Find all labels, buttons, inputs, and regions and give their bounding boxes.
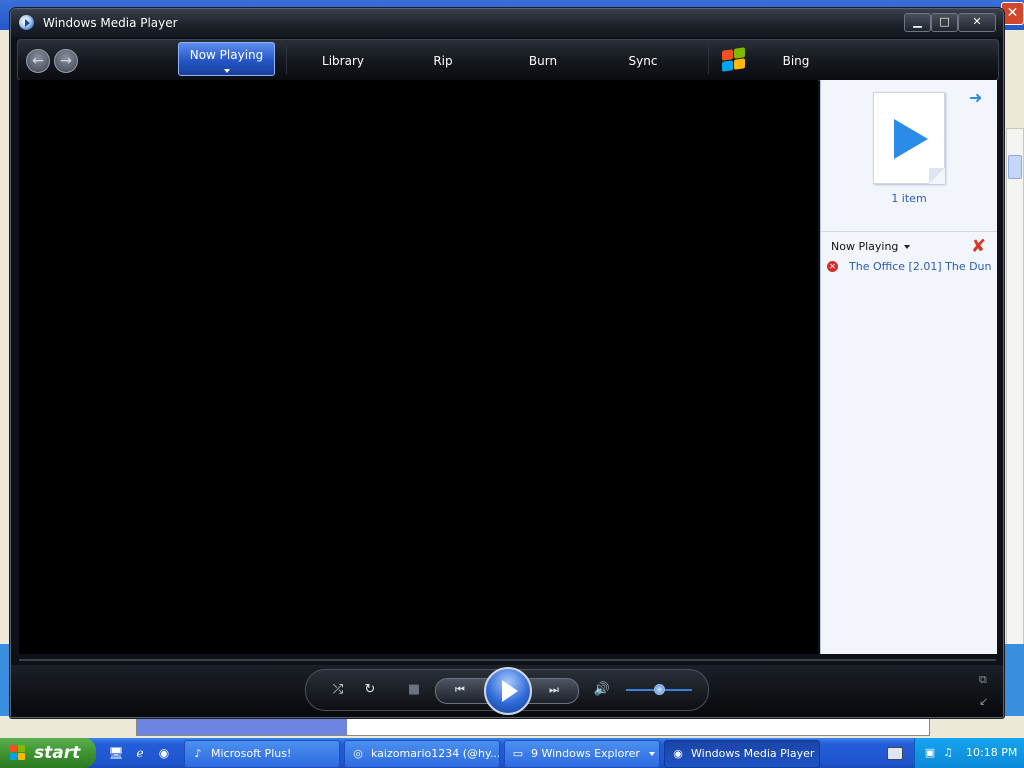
seek-bar[interactable] bbox=[19, 659, 996, 661]
minimize-icon: ▁ bbox=[913, 15, 922, 28]
play-icon bbox=[894, 119, 928, 159]
maximize-icon: □ bbox=[939, 15, 950, 28]
video-area[interactable] bbox=[19, 80, 818, 654]
page-fold bbox=[929, 168, 945, 184]
tab-label: Sync bbox=[628, 54, 658, 68]
network-icon[interactable]: ▣ bbox=[923, 746, 937, 760]
taskbar-button-browser[interactable]: ◎ kaizomario1234 (@hy... bbox=[344, 740, 500, 768]
list-title: Now Playing bbox=[831, 240, 899, 253]
playback-controls: ⤮ ↻ ■ ⏮ ⏭ 🔊 ⧉ ↙ bbox=[11, 665, 1003, 717]
controls-pod: ⤮ ↻ ■ ⏮ ⏭ 🔊 bbox=[305, 667, 709, 715]
tab-sync[interactable]: Sync bbox=[618, 40, 668, 80]
tab-label: Burn bbox=[528, 54, 558, 68]
tab-label: Bing bbox=[782, 54, 810, 68]
tab-burn[interactable]: Burn bbox=[518, 40, 568, 80]
windows-logo-icon bbox=[10, 745, 26, 761]
show-desktop-icon[interactable]: 🖥 bbox=[108, 745, 124, 761]
folder-icon: ▭ bbox=[512, 747, 524, 760]
maximize-button[interactable]: □ bbox=[931, 13, 958, 32]
volume-slider-handle[interactable] bbox=[654, 684, 665, 695]
tab-label: Library bbox=[322, 54, 364, 68]
speaker-icon[interactable]: ♫ bbox=[941, 746, 955, 760]
background-progress-bar bbox=[136, 716, 930, 736]
forward-arrow-icon: → bbox=[60, 53, 72, 69]
start-button[interactable]: start bbox=[0, 738, 96, 768]
taskbar-button-label: Windows Media Player bbox=[691, 747, 815, 760]
keyboard-icon[interactable] bbox=[887, 747, 903, 760]
stop-icon[interactable]: ■ bbox=[404, 680, 424, 700]
now-playing-list-menu[interactable]: Now Playing bbox=[831, 240, 911, 253]
start-label: start bbox=[34, 743, 81, 763]
switch-to-skin-icon[interactable]: ⧉ bbox=[979, 673, 987, 687]
back-button[interactable]: ← bbox=[26, 49, 50, 73]
windows-flag-icon bbox=[721, 47, 747, 72]
media-player-icon: ◉ bbox=[673, 747, 683, 760]
taskbar-button-label: 9 Windows Explorer bbox=[531, 747, 640, 760]
minimize-button[interactable]: ▁ bbox=[904, 13, 931, 32]
tab-divider bbox=[708, 46, 709, 74]
system-tray: ▣ ♫ 10:18 PM bbox=[914, 738, 1024, 768]
internet-explorer-icon[interactable]: ℯ bbox=[132, 745, 148, 761]
tab-label: Rip bbox=[433, 54, 453, 68]
clear-list-icon[interactable]: ✘ bbox=[971, 236, 986, 257]
forward-button[interactable]: → bbox=[54, 49, 78, 73]
browser-icon: ◎ bbox=[353, 747, 363, 760]
list-pane: ➜ 1 item Now Playing ✘ ✕ The Office [2.0… bbox=[820, 80, 997, 654]
tab-library[interactable]: Library bbox=[308, 40, 378, 80]
tab-label: Now Playing bbox=[189, 48, 264, 62]
background-progress-fill bbox=[137, 717, 347, 735]
wmp-logo-icon bbox=[19, 15, 34, 30]
tab-divider bbox=[286, 46, 287, 74]
navigation-bar: ← → Now Playing Library Rip Burn Sync Bi… bbox=[17, 39, 999, 81]
album-art-placeholder bbox=[873, 92, 945, 184]
taskbar: start 🖥 ℯ ◉ ♪ Microsoft Plus! ◎ kaizomar… bbox=[0, 738, 1024, 768]
volume-icon[interactable]: 🔊 bbox=[592, 680, 612, 700]
taskbar-button-explorer[interactable]: ▭ 9 Windows Explorer bbox=[504, 740, 660, 768]
scrollbar-thumb[interactable] bbox=[1008, 155, 1022, 179]
clock[interactable]: 10:18 PM bbox=[966, 746, 1017, 759]
taskbar-button-media-player[interactable]: ◉ Windows Media Player bbox=[664, 740, 820, 768]
item-count: 1 item bbox=[891, 192, 927, 205]
tab-rip[interactable]: Rip bbox=[418, 40, 468, 80]
media-player-window: Windows Media Player ▁ □ ✕ ← → Now Playi… bbox=[10, 8, 1004, 718]
background-strip-right bbox=[1002, 644, 1024, 716]
close-icon: ✕ bbox=[972, 15, 982, 28]
taskbar-button-microsoft-plus[interactable]: ♪ Microsoft Plus! bbox=[184, 740, 340, 768]
list-item[interactable]: ✕ The Office [2.01] The Dun... bbox=[825, 260, 993, 276]
repeat-icon[interactable]: ↻ bbox=[360, 680, 380, 700]
list-item-title: The Office [2.01] The Dun... bbox=[849, 260, 991, 273]
chevron-down-icon bbox=[649, 752, 655, 756]
previous-icon[interactable]: ⏮ bbox=[446, 680, 474, 700]
error-icon: ✕ bbox=[827, 261, 838, 272]
pane-divider bbox=[821, 231, 997, 232]
back-arrow-icon: ← bbox=[32, 53, 44, 69]
media-player-quicklaunch-icon[interactable]: ◉ bbox=[156, 745, 172, 761]
background-progress-area bbox=[0, 716, 1024, 738]
tab-bing[interactable]: Bing bbox=[766, 40, 826, 80]
tab-now-playing[interactable]: Now Playing bbox=[178, 42, 275, 76]
chevron-down-icon bbox=[904, 245, 911, 249]
plus-icon: ♪ bbox=[194, 747, 202, 760]
shuffle-icon[interactable]: ⤮ bbox=[328, 680, 348, 700]
arrow-right-icon[interactable]: ➜ bbox=[969, 88, 982, 107]
chevron-down-icon bbox=[223, 69, 230, 73]
taskbar-button-label: kaizomario1234 (@hy... bbox=[371, 747, 500, 760]
collapse-icon[interactable]: ↙ bbox=[979, 695, 988, 708]
background-scrollbar[interactable] bbox=[1006, 128, 1024, 720]
next-icon[interactable]: ⏭ bbox=[540, 680, 568, 700]
taskbar-button-label: Microsoft Plus! bbox=[211, 747, 292, 760]
play-button[interactable] bbox=[484, 667, 532, 715]
background-close-icon[interactable]: ✕ bbox=[1001, 2, 1024, 25]
window-title: Windows Media Player bbox=[43, 16, 178, 30]
close-button[interactable]: ✕ bbox=[958, 13, 996, 32]
title-bar[interactable]: Windows Media Player ▁ □ ✕ bbox=[11, 9, 1003, 37]
